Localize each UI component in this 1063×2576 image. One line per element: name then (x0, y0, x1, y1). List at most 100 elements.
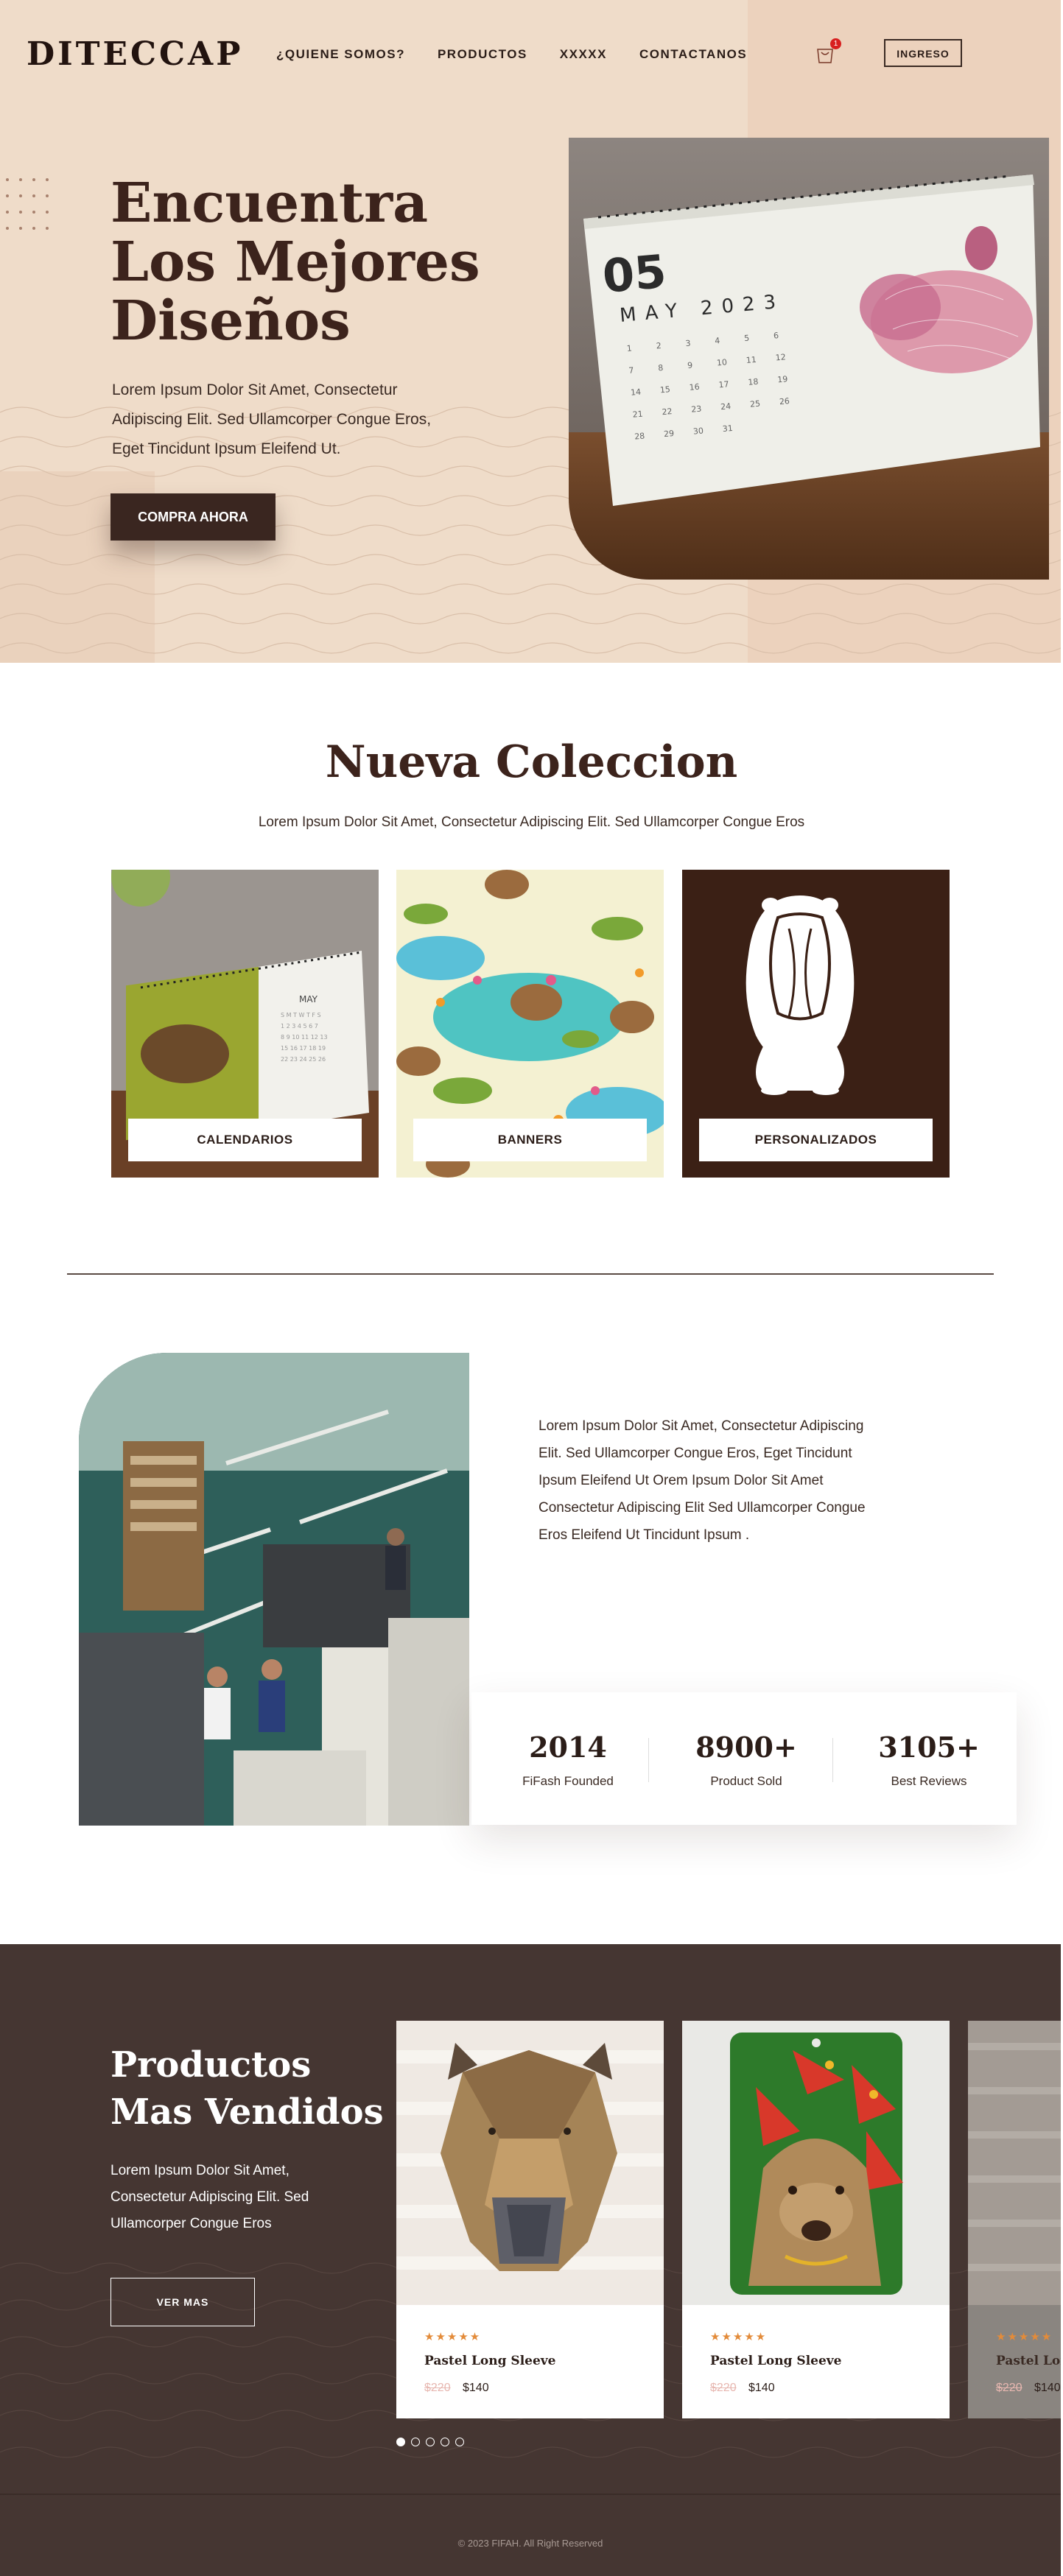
stat-separator (648, 1738, 649, 1782)
svg-text:22: 22 (662, 407, 673, 417)
best-sellers-title: Productos Mas Vendidos (110, 2044, 384, 2133)
cart-count-badge: 1 (830, 38, 841, 49)
svg-text:11: 11 (745, 355, 757, 365)
stat-label: Best Reviews (891, 1774, 967, 1788)
svg-text:5: 5 (744, 334, 750, 344)
product-name[interactable]: Pastel Long Sleeve (424, 2354, 555, 2368)
best-sellers-description: Lorem Ipsum Dolor Sit Amet, Consectetur … (110, 2163, 309, 2231)
collection-card-calendarios[interactable]: MAY S M T W T F S 1 2 3 4 5 6 7 8 9 10 11 … (111, 870, 379, 1178)
nav-link-contactanos[interactable]: CONTACTANOS (639, 47, 747, 62)
hero-title: Encuentra Los Mejores Diseños (110, 172, 480, 353)
collection-card-banners[interactable]: BANNERS (396, 870, 664, 1178)
product-old-price: $220 (424, 2382, 451, 2394)
hero-section: DITECCAP ¿QUIENE SOMOS? PRODUCTOS XXXXX … (0, 0, 1063, 663)
collection-title: Nueva Coleccion (325, 736, 738, 788)
svg-text:17: 17 (718, 379, 729, 390)
product-old-price: $220 (996, 2382, 1022, 2394)
best-sellers-section: Productos Mas Vendidos Lorem Ipsum Dolor… (0, 1944, 1061, 2494)
svg-text:19: 19 (777, 374, 788, 384)
calendar-day: 05 (600, 244, 668, 303)
product-price: $140 (463, 2382, 489, 2394)
svg-text:16: 16 (689, 382, 700, 393)
collection-card-label: BANNERS (413, 1119, 647, 1161)
printing-factory-image (79, 1353, 469, 1826)
carousel-dot[interactable] (455, 2438, 464, 2446)
svg-text:3: 3 (685, 338, 691, 348)
see-more-button[interactable]: VER MAS (110, 2278, 255, 2326)
svg-text:6: 6 (773, 331, 779, 341)
product-card[interactable]: ★★★★★ Pastel Long Sleeve $220 $140 (682, 2021, 950, 2418)
stats-panel: 2014 FiFash Founded 8900+ Product Sold 3… (471, 1692, 1017, 1825)
section-divider (67, 1273, 994, 1275)
carousel-dot[interactable] (396, 2438, 405, 2446)
svg-text:8 9 10 11 12 13: 8 9 10 11 12 13 (281, 1034, 328, 1041)
stat-best-reviews: 3105+ Best Reviews (838, 1731, 1020, 1789)
product-price: $140 (748, 2382, 775, 2394)
footer: © 2023 FIFAH. All Right Reserved (0, 2494, 1061, 2576)
stat-number: 3105+ (878, 1731, 980, 1764)
stat-product-sold: 8900+ Product Sold (656, 1731, 837, 1789)
nav-link-productos[interactable]: PRODUCTOS (438, 47, 527, 62)
hero-description: Lorem Ipsum Dolor Sit Amet, Consectetur … (112, 381, 432, 457)
svg-text:15 16 17 18 19: 15 16 17 18 19 (281, 1045, 326, 1052)
svg-text:12: 12 (775, 352, 786, 362)
svg-text:10: 10 (716, 357, 727, 367)
product-name[interactable]: Pastel Long Sleeve (996, 2354, 1061, 2368)
shop-now-button[interactable]: COMPRA AHORA (110, 493, 276, 541)
stat-separator (832, 1738, 833, 1782)
svg-text:8: 8 (658, 363, 664, 373)
rating-stars: ★★★★★ (710, 2331, 768, 2343)
svg-text:23: 23 (691, 404, 702, 415)
svg-text:14: 14 (630, 387, 641, 398)
decorative-dots (6, 178, 49, 230)
svg-text:MAY: MAY (299, 994, 318, 1004)
carousel-dot[interactable] (441, 2438, 449, 2446)
collection-card-label: CALENDARIOS (128, 1119, 362, 1161)
product-image-capybara-tag (682, 2021, 950, 2305)
svg-text:9: 9 (687, 360, 693, 370)
rating-stars: ★★★★★ (424, 2331, 482, 2343)
nav-link-xxxxx[interactable]: XXXXX (560, 47, 607, 62)
svg-text:26: 26 (779, 396, 790, 407)
carousel-pagination (396, 2438, 464, 2446)
stat-founded: 2014 FiFash Founded (477, 1731, 659, 1789)
carousel-dot[interactable] (426, 2438, 435, 2446)
product-old-price: $220 (710, 2382, 737, 2394)
svg-text:21: 21 (632, 409, 643, 420)
nav-link-quienes-somos[interactable]: ¿QUIENE SOMOS? (276, 47, 405, 62)
product-card[interactable]: ★★★★★ Pastel Long Sleeve $220 $140 (968, 2021, 1061, 2418)
svg-text:29: 29 (664, 429, 675, 439)
product-card[interactable]: ★★★★★ Pastel Long Sleeve $220 $140 (396, 2021, 664, 2418)
svg-text:2: 2 (656, 341, 662, 351)
svg-text:7: 7 (628, 365, 634, 376)
copyright-text: © 2023 FIFAH. All Right Reserved (457, 2538, 603, 2549)
svg-text:25: 25 (749, 399, 760, 409)
product-name[interactable]: Pastel Long Sleeve (710, 2354, 841, 2368)
rating-stars: ★★★★★ (996, 2331, 1053, 2343)
stat-label: FiFash Founded (522, 1774, 614, 1788)
stat-label: Product Sold (710, 1774, 782, 1788)
product-price: $140 (1034, 2382, 1061, 2394)
product-image-partial (968, 2021, 1061, 2305)
svg-text:24: 24 (720, 401, 732, 412)
svg-text:4: 4 (715, 336, 720, 346)
stat-number: 8900+ (695, 1731, 797, 1764)
product-image-lowpoly-capybara (396, 2021, 664, 2305)
login-button[interactable]: INGRESO (884, 39, 962, 67)
svg-text:30: 30 (692, 426, 704, 436)
about-description: Lorem Ipsum Dolor Sit Amet, Consectetur … (538, 1418, 866, 1543)
svg-text:1 2 3 4 5 6 7: 1 2 3 4 5 6 7 (281, 1023, 318, 1030)
main-nav: ¿QUIENE SOMOS? PRODUCTOS XXXXX CONTACTAN… (276, 47, 779, 62)
collection-card-personalizados[interactable]: PERSONALIZADOS (682, 870, 950, 1178)
svg-text:18: 18 (748, 377, 759, 387)
svg-text:28: 28 (634, 431, 645, 441)
svg-text:31: 31 (722, 423, 733, 434)
collection-subtitle: Lorem Ipsum Dolor Sit Amet, Consectetur … (258, 814, 805, 830)
svg-text:S M T W T F S: S M T W T F S (281, 1012, 321, 1018)
carousel-dot[interactable] (411, 2438, 420, 2446)
svg-text:1: 1 (626, 343, 632, 353)
hero-calendar-image: 05 MAY 2023 123456 7 8 9 10 11 12 14 15 16 17 18 1… (569, 138, 1049, 580)
svg-text:22 23 24 25 26: 22 23 24 25 26 (281, 1056, 326, 1063)
site-logo[interactable]: DITECCAP (27, 35, 243, 73)
svg-text:15: 15 (659, 384, 670, 395)
